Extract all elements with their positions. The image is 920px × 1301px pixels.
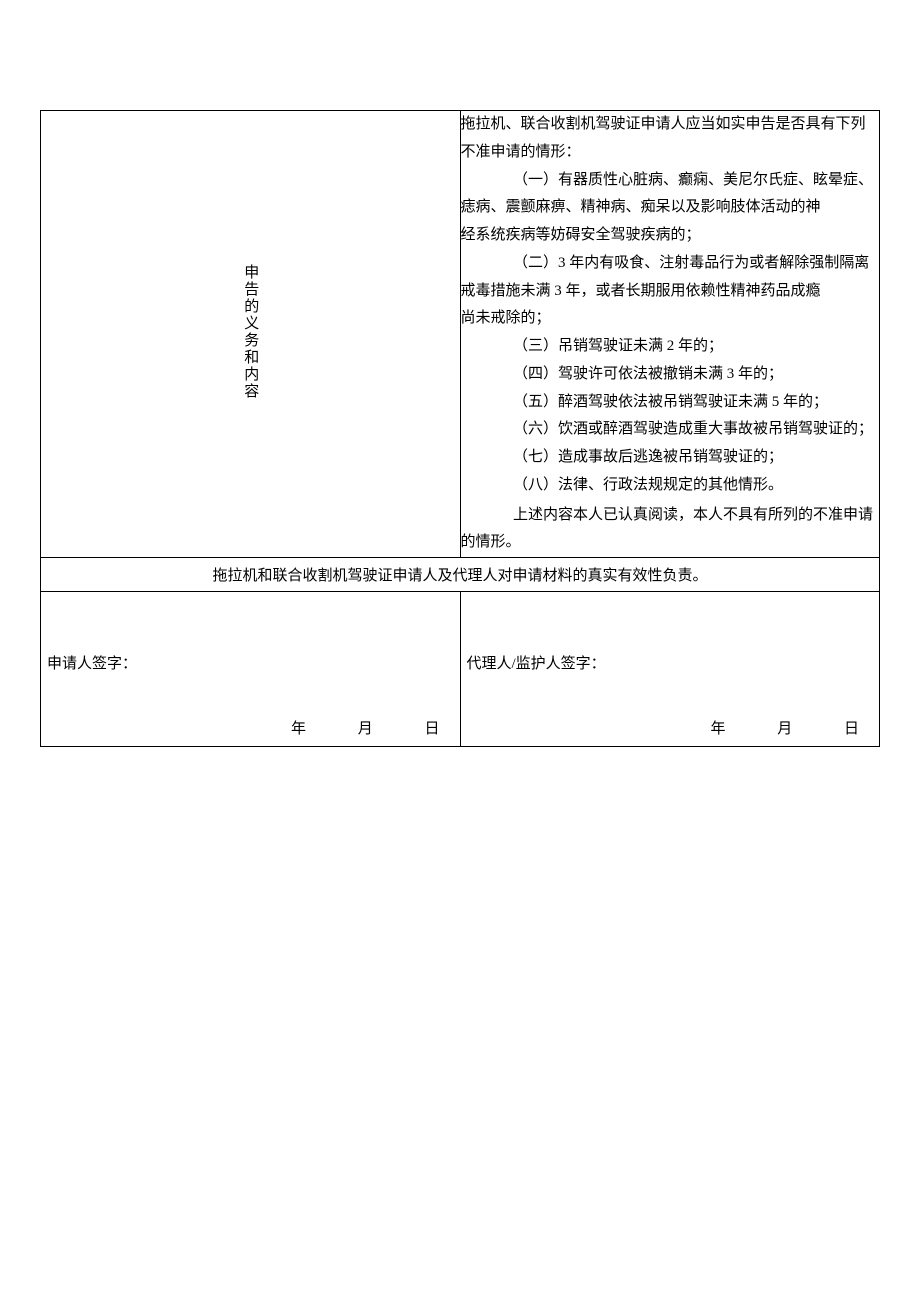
- declaration-section-label: 申告的义务和内容: [41, 111, 461, 558]
- declaration-item-7: （七）造成事故后逃逸被吊销驾驶证的；: [461, 444, 880, 472]
- applicant-signature-cell[interactable]: 申请人签字： 年 月 日: [41, 592, 461, 747]
- applicant-date-line: 年 月 日: [41, 717, 460, 738]
- date-year-label: 年: [710, 717, 725, 738]
- declaration-item-8: （八）法律、行政法规规定的其他情形。: [461, 472, 880, 500]
- declaration-item-1: （一）有器质性心脏病、癫痫、美尼尔氏症、眩晕症、痣病、震颤麻痹、精神病、痴呆以及…: [461, 167, 880, 223]
- declaration-item-5: （五）醉酒驾驶依法被吊销驾驶证未满 5 年的；: [461, 389, 880, 417]
- declaration-item-2: （二）3 年内有吸食、注射毒品行为或者解除强制隔离戒毒措施未满 3 年，或者长期…: [461, 250, 880, 306]
- agent-signature-label: 代理人/监护人签字：: [467, 652, 606, 673]
- declaration-item-3: （三）吊销驾驶证未满 2 年的；: [461, 333, 880, 361]
- declaration-item-6: （六）饮酒或醉酒驾驶造成重大事故被吊销驾驶证的；: [461, 416, 880, 444]
- declaration-item-2-cont: 尚未戒除的；: [461, 305, 880, 333]
- agent-signature-cell[interactable]: 代理人/监护人签字： 年 月 日: [460, 592, 880, 747]
- declaration-confirm: 上述内容本人已认真阅读，本人不具有所列的不准申请的情形。: [461, 500, 880, 558]
- declaration-intro: 拖拉机、联合收割机驾驶证申请人应当如实申告是否具有下列不准申请的情形：: [461, 111, 880, 167]
- date-month-label: 月: [358, 717, 373, 738]
- applicant-signature-label: 申请人签字：: [47, 652, 137, 673]
- declaration-label-text: 申告的义务和内容: [241, 264, 259, 400]
- declaration-content-cell: 拖拉机、联合收割机驾驶证申请人应当如实申告是否具有下列不准申请的情形： （一）有…: [460, 111, 880, 558]
- date-day-label: 日: [424, 717, 439, 738]
- date-month-label: 月: [777, 717, 792, 738]
- declaration-form-table: 申告的义务和内容 拖拉机、联合收割机驾驶证申请人应当如实申告是否具有下列不准申请…: [40, 110, 880, 747]
- date-year-label: 年: [291, 717, 306, 738]
- date-day-label: 日: [844, 717, 859, 738]
- responsibility-statement: 拖拉机和联合收割机驾驶证申请人及代理人对申请材料的真实有效性负责。: [41, 558, 880, 592]
- agent-date-line: 年 月 日: [461, 717, 880, 738]
- declaration-item-4: （四）驾驶许可依法被撤销未满 3 年的；: [461, 361, 880, 389]
- declaration-item-1-cont: 经系统疾病等妨碍安全驾驶疾病的；: [461, 222, 880, 250]
